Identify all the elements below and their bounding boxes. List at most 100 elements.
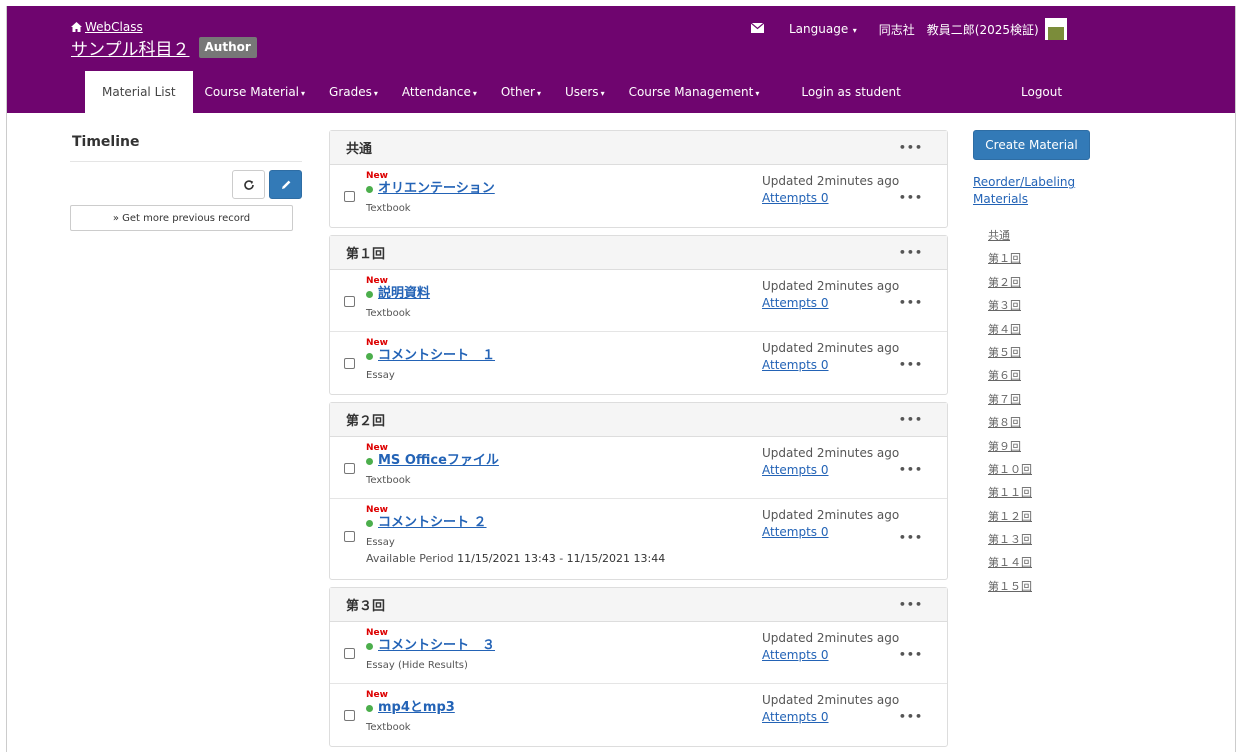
tab-course-management[interactable]: Course Management ▾ — [617, 71, 772, 113]
toc-link[interactable]: 第１回 — [988, 247, 1113, 270]
avatar[interactable] — [1044, 18, 1067, 40]
tab-grades[interactable]: Grades ▾ — [317, 71, 390, 113]
toc-link[interactable]: 共通 — [988, 224, 1113, 247]
toc-link[interactable]: 第３回 — [988, 294, 1113, 317]
more-icon[interactable]: ••• — [899, 246, 923, 259]
tab-material-list[interactable]: Material List — [85, 71, 193, 113]
more-icon[interactable]: ••• — [899, 191, 923, 204]
toc-link[interactable]: 第１１回 — [988, 481, 1113, 504]
toc-link[interactable]: 第１４回 — [988, 551, 1113, 574]
chevron-down-icon: ▾ — [600, 89, 605, 98]
role-badge: Author — [198, 37, 257, 58]
home-link[interactable]: WebClass — [71, 20, 257, 34]
status-dot-icon — [366, 704, 373, 712]
section-title: 第２回 — [346, 414, 386, 429]
user-name[interactable]: 同志社 教員二郎(2025検証) — [879, 21, 1039, 38]
material-title-link[interactable]: コメントシート １ — [378, 348, 495, 364]
available-period: Available Period 11/15/2021 13:43 - 11/1… — [366, 552, 923, 565]
more-icon[interactable]: ••• — [899, 648, 923, 661]
chevron-down-icon: ▾ — [536, 89, 541, 98]
chevron-down-icon: ▾ — [301, 89, 306, 98]
toc-link[interactable]: 第１０回 — [988, 458, 1113, 481]
toc-link[interactable]: 第１３回 — [988, 528, 1113, 551]
item-checkbox[interactable] — [344, 191, 355, 202]
timeline-panel: Timeline » Get more previous record — [70, 134, 302, 231]
tab-users[interactable]: Users ▾ — [553, 71, 617, 113]
get-more-records-button[interactable]: » Get more previous record — [70, 205, 293, 231]
tab-attendance[interactable]: Attendance ▾ — [390, 71, 489, 113]
right-sidebar: Create Material Reorder/Labeling Materia… — [973, 130, 1113, 598]
tab-course-material[interactable]: Course Material ▾ — [193, 71, 317, 113]
material-list: 共通 ••• New オリエンテーション Textbook Updated 2m… — [329, 130, 948, 752]
section-card: 第１回 ••• New 説明資料 Textbook Updated 2minut… — [329, 235, 948, 395]
toc-link[interactable]: 第１５回 — [988, 575, 1113, 598]
more-icon[interactable]: ••• — [899, 463, 923, 476]
section-card: 共通 ••• New オリエンテーション Textbook Updated 2m… — [329, 130, 948, 228]
toc-link[interactable]: 第８回 — [988, 411, 1113, 434]
material-item: New コメントシート １ Essay Updated 2minutes ago… — [330, 332, 947, 394]
timeline-title: Timeline — [70, 134, 302, 162]
refresh-button[interactable] — [232, 170, 265, 199]
tab-login-as-student[interactable]: Login as student — [771, 71, 912, 113]
attempts-link[interactable]: Attempts 0 — [762, 709, 899, 726]
more-icon[interactable]: ••• — [899, 710, 923, 723]
material-item: New コメントシート ３ Essay (Hide Results) Updat… — [330, 622, 947, 684]
language-menu[interactable]: Language ▾ — [789, 22, 857, 36]
updated-text: Updated 2minutes ago — [762, 446, 900, 460]
material-title-link[interactable]: オリエンテーション — [378, 181, 495, 197]
item-checkbox[interactable] — [344, 463, 355, 474]
attempts-link[interactable]: Attempts 0 — [762, 357, 899, 374]
material-title-link[interactable]: コメントシート ２ — [378, 515, 487, 531]
attempts-link[interactable]: Attempts 0 — [762, 190, 899, 207]
chevron-down-icon: ▾ — [755, 89, 760, 98]
create-material-button[interactable]: Create Material — [973, 130, 1090, 160]
more-icon[interactable]: ••• — [899, 141, 923, 154]
item-checkbox[interactable] — [344, 648, 355, 659]
section-title: 第１回 — [346, 247, 386, 262]
item-checkbox[interactable] — [344, 358, 355, 369]
more-icon[interactable]: ••• — [899, 296, 923, 309]
more-icon[interactable]: ••• — [899, 413, 923, 426]
toc-link[interactable]: 第７回 — [988, 388, 1113, 411]
updated-text: Updated 2minutes ago — [762, 508, 900, 522]
updated-text: Updated 2minutes ago — [762, 693, 900, 707]
status-dot-icon — [366, 185, 373, 193]
mail-icon[interactable] — [750, 22, 765, 36]
attempts-link[interactable]: Attempts 0 — [762, 524, 899, 541]
item-checkbox[interactable] — [344, 531, 355, 542]
more-icon[interactable]: ••• — [899, 358, 923, 371]
section-card: 第２回 ••• New MS Officeファイル Textbook Updat… — [329, 402, 948, 580]
item-checkbox[interactable] — [344, 296, 355, 307]
more-icon[interactable]: ••• — [899, 598, 923, 611]
material-title-link[interactable]: MS Officeファイル — [378, 453, 499, 469]
more-icon[interactable]: ••• — [899, 531, 923, 544]
material-title-link[interactable]: 説明資料 — [378, 286, 430, 302]
material-title-link[interactable]: コメントシート ３ — [378, 638, 495, 654]
language-label: Language — [789, 22, 849, 36]
toc-link[interactable]: 第２回 — [988, 271, 1113, 294]
chevron-down-icon: ▾ — [850, 26, 857, 35]
edit-button[interactable] — [269, 170, 302, 199]
attempts-link[interactable]: Attempts 0 — [762, 462, 899, 479]
status-dot-icon — [366, 519, 373, 527]
logout-link[interactable]: Logout — [1021, 71, 1062, 113]
toc-link[interactable]: 第６回 — [988, 364, 1113, 387]
attempts-link[interactable]: Attempts 0 — [762, 295, 899, 312]
tab-other[interactable]: Other ▾ — [489, 71, 553, 113]
pencil-icon — [281, 180, 290, 189]
course-title[interactable]: サンプル科目２ — [71, 35, 190, 60]
tab-label: Course Material — [204, 85, 300, 99]
toc-link[interactable]: 第５回 — [988, 341, 1113, 364]
home-icon — [71, 22, 82, 32]
item-checkbox[interactable] — [344, 710, 355, 721]
toc-link[interactable]: 第９回 — [988, 435, 1113, 458]
tab-label: Other — [500, 85, 535, 99]
reorder-labeling-link[interactable]: Reorder/Labeling Materials — [973, 174, 1113, 208]
status-dot-icon — [366, 642, 373, 650]
toc-link[interactable]: 第４回 — [988, 318, 1113, 341]
main-nav: Material List Course Material ▾ Grades ▾ A… — [85, 71, 913, 113]
material-title-link[interactable]: mp4とmp3 — [378, 700, 455, 716]
attempts-link[interactable]: Attempts 0 — [762, 647, 899, 664]
section-title: 第３回 — [346, 599, 386, 614]
toc-link[interactable]: 第１２回 — [988, 505, 1113, 528]
